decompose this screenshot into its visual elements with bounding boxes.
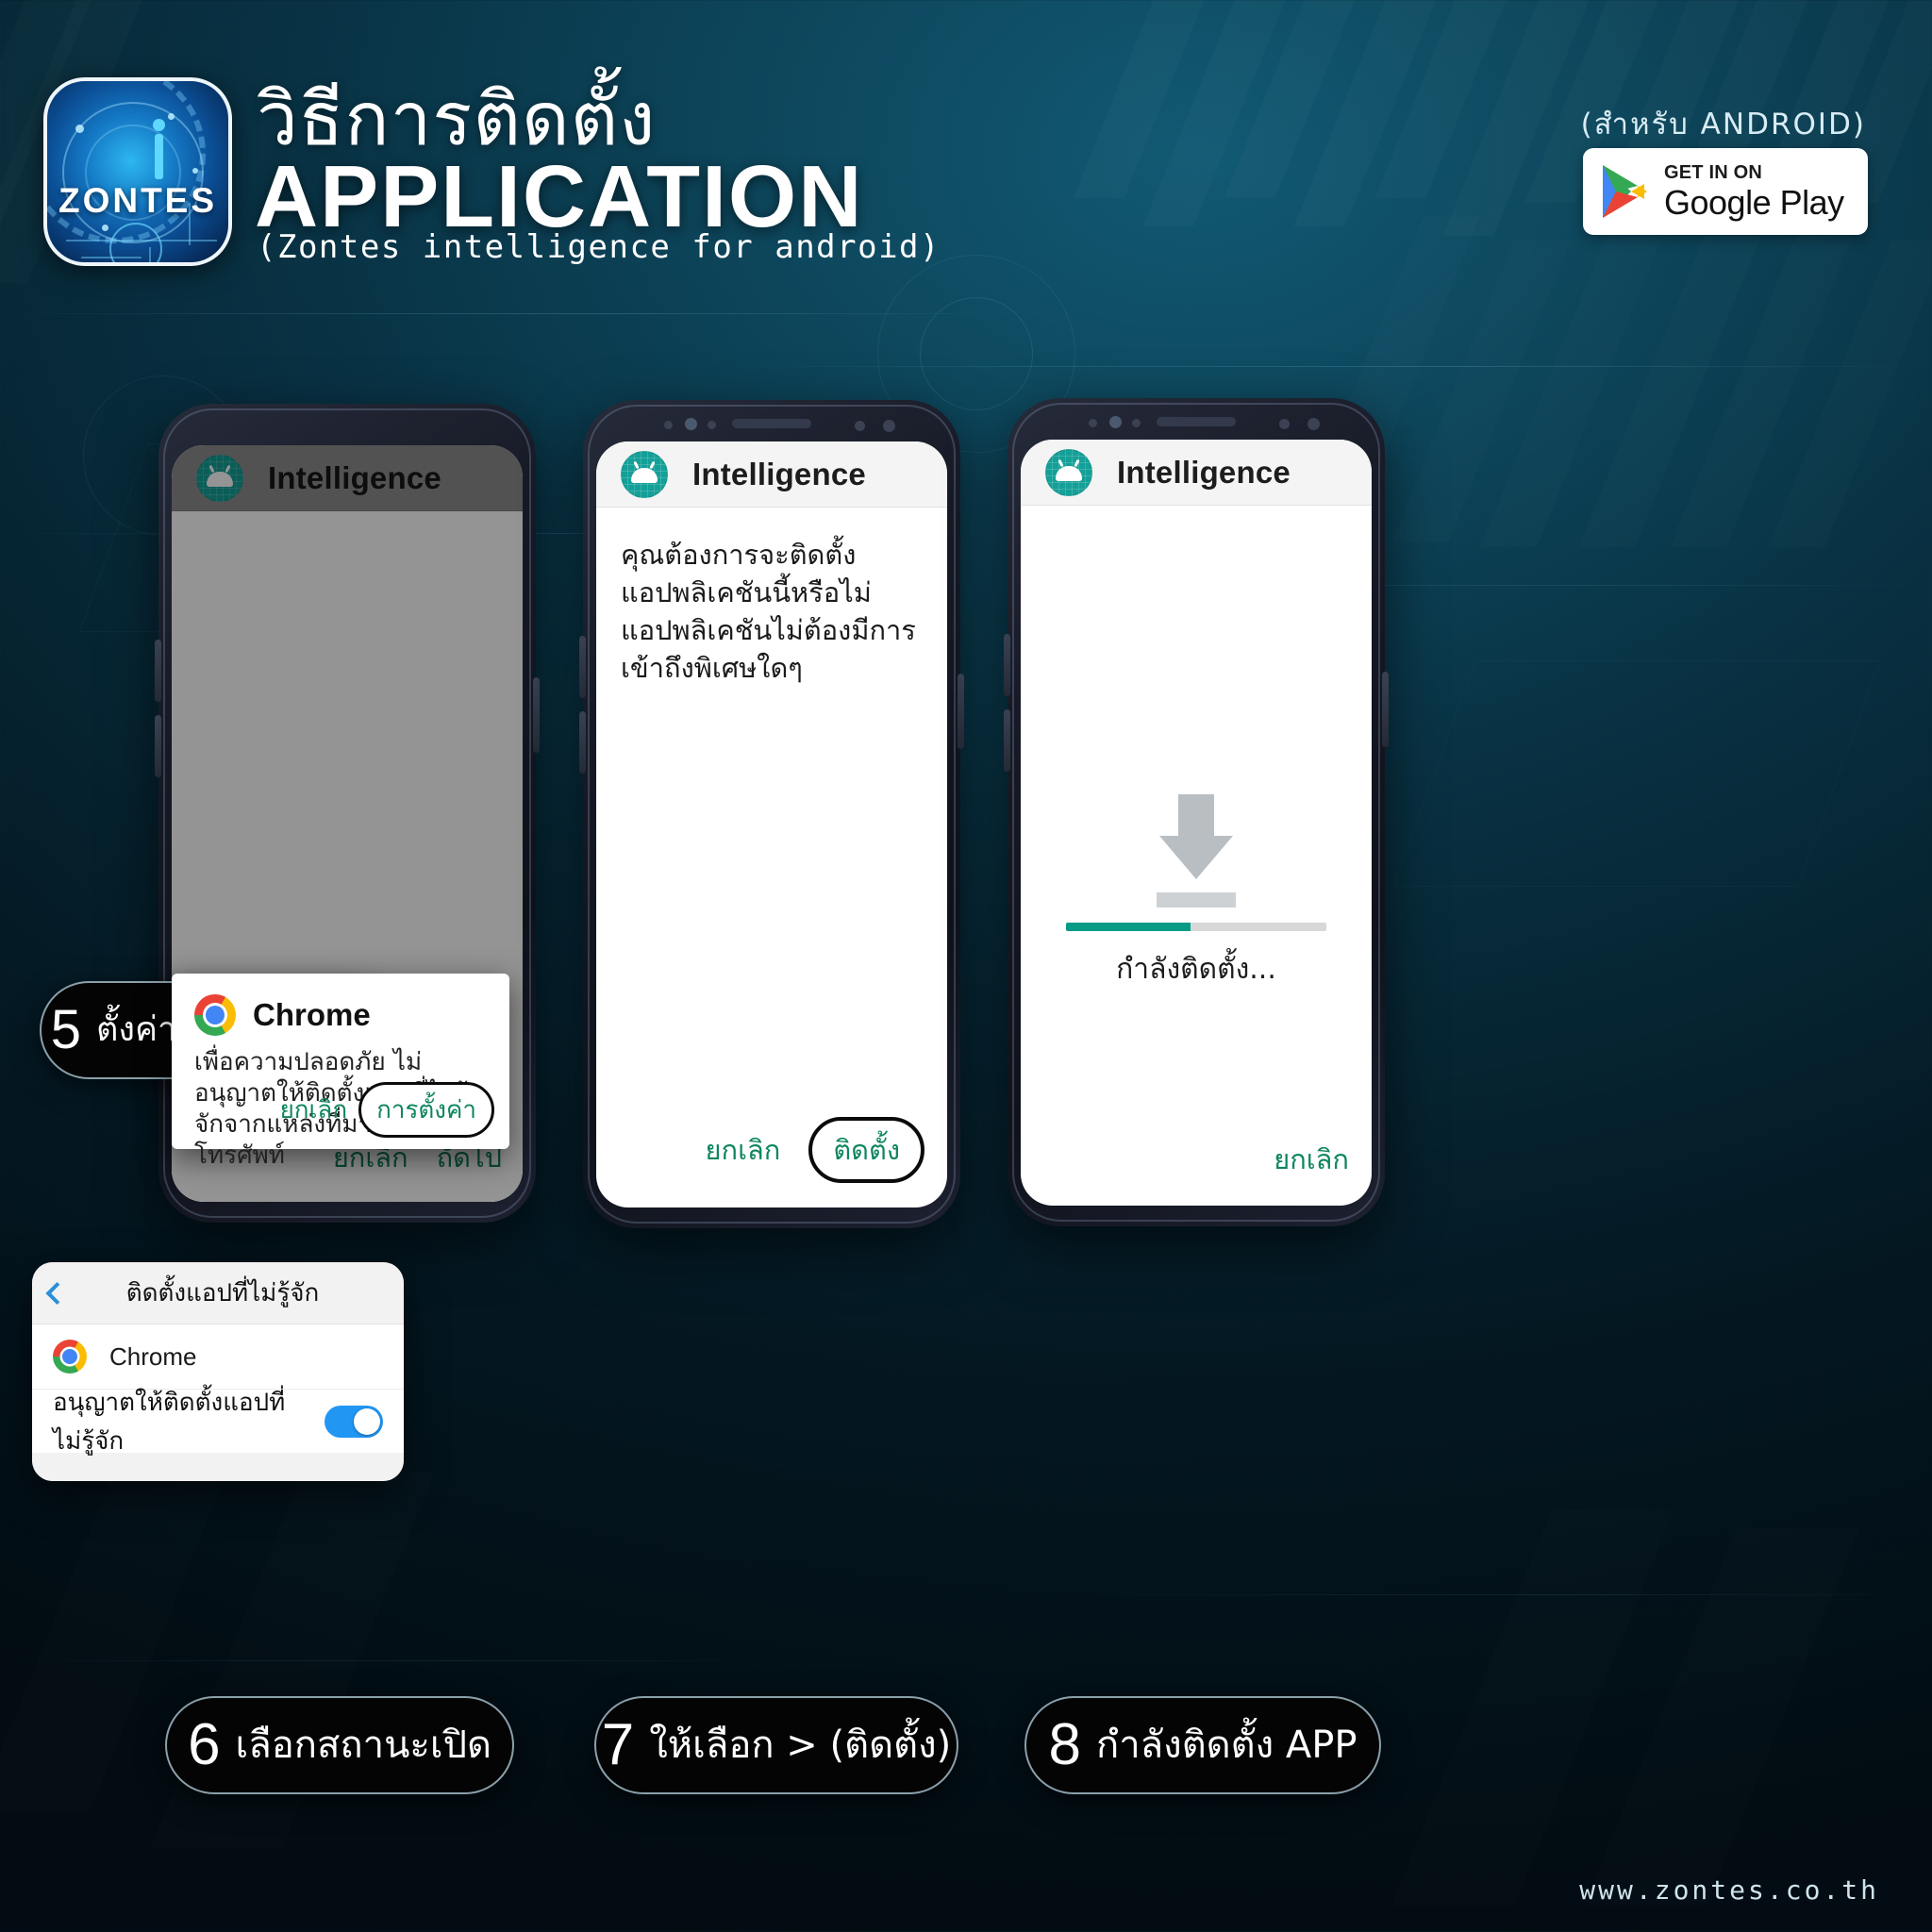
phone-2-speaker xyxy=(732,419,811,428)
phone-3-volume-down[interactable] xyxy=(1004,709,1010,772)
logo-i-stem xyxy=(155,134,163,179)
allow-unknown-apps-label: อนุญาตให้ติดตั้งแอปที่ไม่รู้จัก xyxy=(53,1388,286,1456)
step-7-label: ให้เลือก > (ติดตั้ง) xyxy=(649,1724,952,1767)
phone-3: Intelligence กำลังติดตั้ง... ยกเลิก xyxy=(1004,398,1389,1226)
install-progress-bar xyxy=(1066,923,1326,931)
phone-3-power[interactable] xyxy=(1382,672,1389,747)
step-6-number: 6 xyxy=(188,1712,221,1777)
phone-2-cancel-button[interactable]: ยกเลิก xyxy=(706,1128,781,1172)
phone-2-volume-up[interactable] xyxy=(579,636,586,698)
step-6-badge: 6 เลือกสถานะเปิด xyxy=(165,1696,514,1794)
phone-1-volume-up[interactable] xyxy=(155,640,161,702)
page-subtitle: (Zontes intelligence for android) xyxy=(257,228,941,266)
android-app-icon xyxy=(621,450,668,498)
phone-3-volume-up[interactable] xyxy=(1004,634,1010,696)
step-5-number: 5 xyxy=(50,999,82,1060)
phone-3-actions: ยกเลิก xyxy=(1274,1138,1349,1181)
step-8-number: 8 xyxy=(1048,1712,1081,1777)
settings-app-row[interactable]: Chrome xyxy=(32,1324,404,1389)
unknown-apps-settings-sheet: ติดตั้งแอปที่ไม่รู้จัก Chrome อนุญาตให้ต… xyxy=(32,1262,404,1481)
chrome-dialog-settings-button[interactable]: การตั้งค่า xyxy=(358,1082,494,1138)
google-play-icon xyxy=(1603,165,1647,218)
chrome-dialog-cancel-button[interactable]: ยกเลิก xyxy=(280,1091,348,1129)
settings-sheet-title: ติดตั้งแอปที่ไม่รู้จัก xyxy=(125,1279,320,1307)
settings-app-name: Chrome xyxy=(109,1341,197,1371)
step-8-badge: 8 กำลังติดตั้ง APP xyxy=(1024,1696,1381,1794)
google-play-bottom-label: Google Play xyxy=(1664,182,1844,222)
chrome-icon xyxy=(53,1340,87,1374)
phone-3-appbar: Intelligence xyxy=(1021,440,1372,506)
google-play-top-label: GET IN ON xyxy=(1664,161,1763,183)
phone-1-power[interactable] xyxy=(533,677,540,753)
android-app-icon xyxy=(1045,448,1092,496)
phone-2-install-button[interactable]: ติดตั้ง xyxy=(808,1117,924,1183)
chrome-permission-dialog: Chrome เพื่อความปลอดภัย ไม่อนุญาตให้ติดต… xyxy=(172,974,509,1170)
installing-status-label: กำลังติดตั้ง... xyxy=(1116,953,1276,986)
phone-2-app-title: Intelligence xyxy=(692,456,866,491)
phone-2: Intelligence คุณต้องการจะติดตั้งแอปพลิเค… xyxy=(579,400,964,1228)
phone-2-screen: Intelligence คุณต้องการจะติดตั้งแอปพลิเค… xyxy=(596,441,947,1208)
allow-unknown-apps-row[interactable]: อนุญาตให้ติดตั้งแอปที่ไม่รู้จัก xyxy=(32,1389,404,1456)
phone-1-volume-down[interactable] xyxy=(155,715,161,777)
phone-2-power[interactable] xyxy=(958,674,964,749)
phone-3-app-title: Intelligence xyxy=(1117,454,1291,490)
phone-3-speaker xyxy=(1157,417,1236,426)
chrome-dialog-title: Chrome xyxy=(253,997,371,1032)
google-play-badge[interactable]: GET IN ON Google Play xyxy=(1583,148,1868,235)
install-progress-fill xyxy=(1066,923,1191,931)
step-6-label: เลือกสถานะเปิด xyxy=(235,1724,491,1767)
chrome-icon xyxy=(194,994,236,1036)
phone-2-install-prompt: คุณต้องการจะติดตั้งแอปพลิเคชันนี้หรือไม่… xyxy=(621,539,916,684)
page-header: ZONTES วิธีการติดตั้ง APPLICATION (Zonte… xyxy=(0,0,1932,406)
phone-2-actions: ยกเลิก ติดตั้ง xyxy=(706,1117,924,1183)
step-8-label: กำลังติดตั้ง APP xyxy=(1095,1724,1357,1767)
phone-2-volume-down[interactable] xyxy=(579,711,586,774)
step-7-badge: 7 ให้เลือก > (ติดตั้ง) xyxy=(594,1696,958,1794)
step-7-number: 7 xyxy=(601,1712,635,1777)
zontes-logo: ZONTES xyxy=(43,77,232,266)
phone-2-appbar: Intelligence xyxy=(596,441,947,508)
logo-wordmark: ZONTES xyxy=(58,181,218,220)
allow-unknown-apps-toggle[interactable] xyxy=(325,1405,383,1438)
phone-3-screen: Intelligence กำลังติดตั้ง... ยกเลิก xyxy=(1021,440,1372,1206)
logo-i-dot xyxy=(153,119,165,131)
download-icon xyxy=(1021,794,1372,913)
android-note: (สำหรับ ANDROID) xyxy=(1580,108,1866,142)
footer-url: www.zontes.co.th xyxy=(1579,1874,1879,1906)
phone-3-cancel-button[interactable]: ยกเลิก xyxy=(1274,1138,1349,1181)
